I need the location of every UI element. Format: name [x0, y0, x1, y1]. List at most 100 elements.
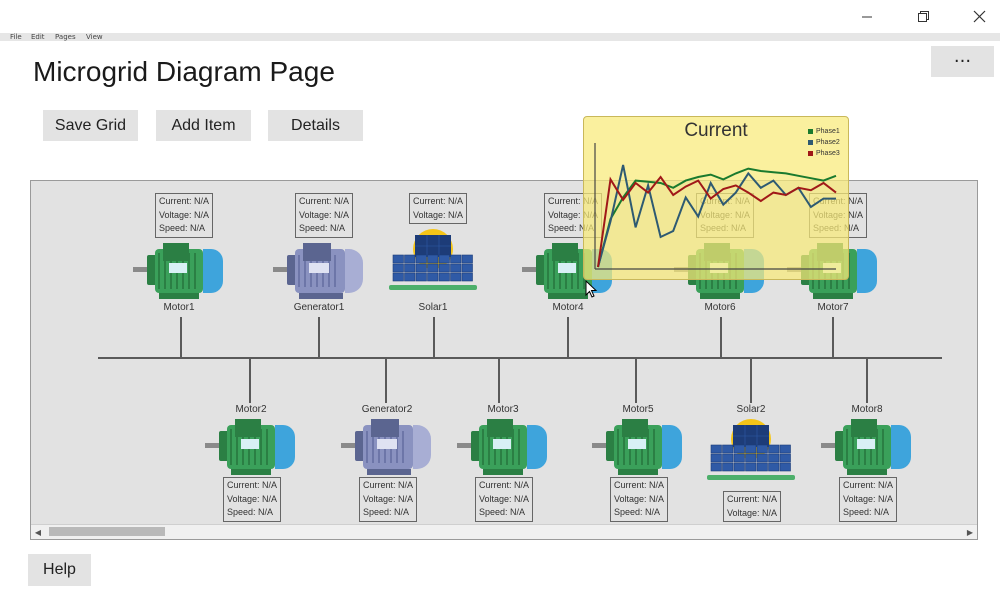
readout-current: Current: N/A: [227, 480, 278, 490]
readout-speed: Speed: N/A: [227, 507, 274, 517]
readout-voltage: Voltage: N/A: [227, 493, 278, 504]
connector-line: [866, 359, 868, 403]
title-bar: [0, 0, 1000, 33]
connector-line: [567, 317, 569, 358]
readout-voltage: Voltage: N/A: [727, 507, 778, 518]
solar2-device[interactable]: [705, 417, 797, 485]
readout-current: Current: N/A: [479, 480, 530, 490]
readout-speed: Speed: N/A: [843, 507, 890, 517]
connector-line: [750, 359, 752, 403]
connector-line: [433, 317, 435, 358]
menu-view[interactable]: View: [86, 32, 103, 42]
more-options-button[interactable]: ···: [931, 46, 994, 77]
motor-icon: [133, 243, 223, 299]
readout-current: Current: N/A: [843, 480, 894, 490]
device-label: Solar2: [736, 404, 766, 415]
readout-voltage: Voltage: N/A: [843, 493, 894, 504]
device-label: Generator1: [293, 302, 345, 313]
device-label: Motor5: [622, 404, 654, 415]
motor1-device[interactable]: [133, 241, 225, 305]
readout-current: Current: N/A: [363, 480, 414, 490]
readout-box: Current: N/A Voltage: N/A Speed: N/A: [475, 477, 534, 522]
motor2-device[interactable]: [205, 417, 297, 481]
motor3-device[interactable]: [457, 417, 549, 481]
connector-line: [498, 359, 500, 403]
more-icon: ···: [953, 51, 972, 72]
connector-line: [635, 359, 637, 403]
connector-line: [318, 317, 320, 358]
restore-icon: [917, 11, 929, 22]
menu-file[interactable]: File: [10, 32, 22, 42]
solar-icon: [389, 229, 477, 290]
motor-icon: [457, 419, 547, 475]
device-label: Generator2: [361, 404, 413, 415]
device-label: Motor6: [704, 302, 736, 313]
device-label: Motor1: [163, 302, 195, 313]
restore-button[interactable]: [896, 0, 950, 33]
readout-speed: Speed: N/A: [363, 507, 410, 517]
motor8-device[interactable]: [821, 417, 913, 481]
readout-current: Current: N/A: [299, 196, 350, 206]
device-label: Motor8: [851, 404, 883, 415]
generator-icon: [341, 419, 431, 475]
readout-current: Current: N/A: [727, 494, 778, 504]
series-line-phase2: [597, 164, 836, 268]
readout-voltage: Voltage: N/A: [479, 493, 530, 504]
menu-bar: File Edit Pages View: [0, 33, 1000, 41]
save-grid-button[interactable]: Save Grid: [43, 110, 138, 141]
menu-edit[interactable]: Edit: [31, 32, 45, 42]
readout-speed: Speed: N/A: [299, 223, 346, 233]
solar-icon: [707, 419, 795, 480]
readout-current: Current: N/A: [159, 196, 210, 206]
generator1-device[interactable]: [273, 241, 365, 305]
readout-current: Current: N/A: [413, 196, 464, 206]
readout-box: Current: N/A Voltage: N/A Speed: N/A: [295, 193, 354, 238]
readout-speed: Speed: N/A: [479, 507, 526, 517]
minimize-button[interactable]: [840, 0, 894, 33]
details-button[interactable]: Details: [268, 110, 363, 141]
main-bus-line: [98, 357, 942, 359]
readout-voltage: Voltage: N/A: [363, 493, 414, 504]
menu-pages[interactable]: Pages: [55, 32, 76, 42]
readout-box: Current: N/A Voltage: N/A Speed: N/A: [359, 477, 418, 522]
scroll-thumb[interactable]: [49, 527, 165, 536]
readout-box: Current: N/A Voltage: N/A Speed: N/A: [155, 193, 214, 238]
current-chart-popup[interactable]: Current Phase1 Phase2 Phase3: [583, 116, 849, 280]
generator-icon: [273, 243, 363, 299]
device-label: Motor2: [235, 404, 267, 415]
readout-box: Current: N/A Voltage: N/A: [409, 193, 468, 224]
scroll-left-icon[interactable]: ◀: [31, 525, 45, 539]
readout-voltage: Voltage: N/A: [299, 209, 350, 220]
add-item-button[interactable]: Add Item: [156, 110, 251, 141]
readout-current: Current: N/A: [614, 480, 665, 490]
solar1-device[interactable]: [387, 227, 479, 295]
generator2-device[interactable]: [341, 417, 433, 481]
horizontal-scrollbar[interactable]: ◀ ▶: [31, 524, 977, 539]
motor-icon: [821, 419, 911, 475]
page-title: Microgrid Diagram Page: [33, 56, 335, 87]
help-button[interactable]: Help: [28, 554, 91, 586]
motor-icon: [205, 419, 295, 475]
motor-icon: [592, 419, 682, 475]
readout-speed: Speed: N/A: [614, 507, 661, 517]
connector-line: [385, 359, 387, 403]
readout-speed: Speed: N/A: [159, 223, 206, 233]
device-label: Motor7: [817, 302, 849, 313]
connector-line: [180, 317, 182, 358]
connector-line: [832, 317, 834, 358]
current-chart: [594, 143, 837, 270]
scroll-right-icon[interactable]: ▶: [963, 525, 977, 539]
minimize-icon: [862, 16, 872, 17]
close-button[interactable]: [952, 0, 1000, 33]
readout-box: Current: N/A Voltage: N/A Speed: N/A: [223, 477, 282, 522]
readout-box: Current: N/A Voltage: N/A Speed: N/A: [839, 477, 898, 522]
readout-voltage: Voltage: N/A: [159, 209, 210, 220]
readout-voltage: Voltage: N/A: [614, 493, 665, 504]
device-label: Motor3: [487, 404, 519, 415]
mouse-cursor-icon: [585, 280, 598, 298]
connector-line: [249, 359, 251, 403]
device-label: Solar1: [418, 302, 448, 313]
connector-line: [720, 317, 722, 358]
motor5-device[interactable]: [592, 417, 684, 481]
device-label: Motor4: [552, 302, 584, 313]
